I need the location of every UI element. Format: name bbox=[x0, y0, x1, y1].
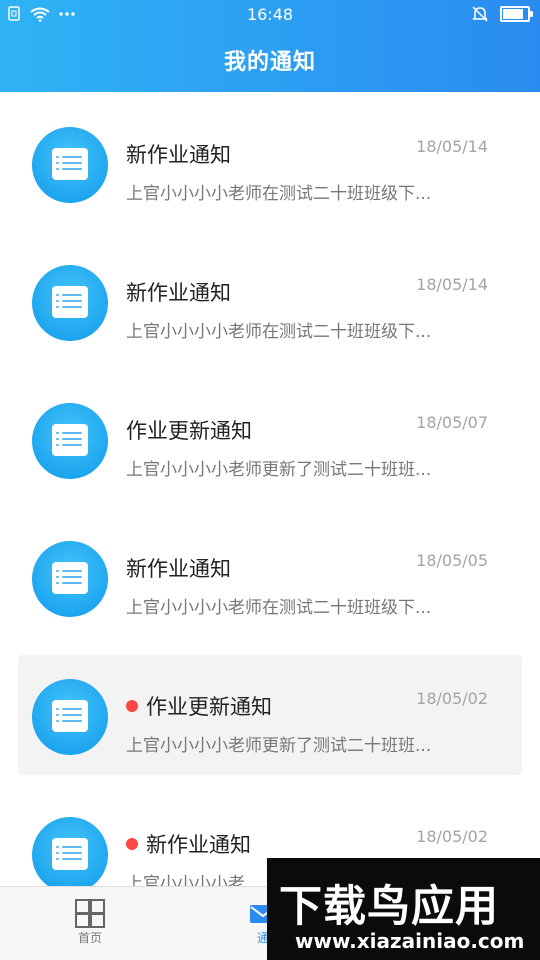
notification-title: 作业更新通知 bbox=[126, 691, 272, 721]
watermark-overlay: 下载鸟应用 www.xiazainiao.com bbox=[267, 858, 540, 960]
notification-item[interactable]: 新作业通知 18/05/05 上官小小小小老师在测试二十班班级下... bbox=[18, 517, 522, 637]
notification-date: 18/05/07 bbox=[416, 413, 488, 432]
notification-title: 新作业通知 bbox=[126, 553, 231, 583]
notification-date: 18/05/02 bbox=[416, 827, 488, 846]
app-header: 16:48 我的通知 bbox=[0, 0, 540, 92]
notification-icon bbox=[32, 541, 108, 617]
document-icon bbox=[52, 424, 88, 456]
document-icon bbox=[52, 286, 88, 318]
notification-icon bbox=[32, 403, 108, 479]
notification-title-text: 新作业通知 bbox=[126, 557, 231, 581]
notification-date: 18/05/02 bbox=[416, 689, 488, 708]
notification-item[interactable]: 新作业通知 18/05/14 上官小小小小老师在测试二十班班级下... bbox=[18, 103, 522, 223]
notification-item[interactable]: 作业更新通知 18/05/02 上官小小小小老师更新了测试二十班班... bbox=[18, 655, 522, 775]
nav-home-label: 首页 bbox=[77, 931, 102, 945]
notification-date: 18/05/05 bbox=[416, 551, 488, 570]
notification-icon bbox=[32, 679, 108, 755]
notification-date: 18/05/14 bbox=[416, 137, 488, 156]
unread-dot-icon bbox=[126, 838, 138, 850]
grid-icon bbox=[75, 899, 105, 928]
status-bar: 16:48 bbox=[0, 0, 540, 30]
notification-title-text: 新作业通知 bbox=[126, 143, 231, 167]
notification-title: 新作业通知 bbox=[126, 277, 231, 307]
document-icon bbox=[52, 562, 88, 594]
notification-summary: 上官小小小小老师在测试二十班班级下... bbox=[126, 322, 432, 342]
battery-level bbox=[503, 9, 523, 19]
notification-item[interactable]: 作业更新通知 18/05/07 上官小小小小老师更新了测试二十班班... bbox=[18, 379, 522, 499]
notification-title: 新作业通知 bbox=[126, 139, 231, 169]
notification-summary: 上官小小小小老师在测试二十班班级下... bbox=[126, 598, 432, 618]
notification-item[interactable]: 新作业通知 18/05/14 上官小小小小老师在测试二十班班级下... bbox=[18, 241, 522, 361]
notification-title: 新作业通知 bbox=[126, 829, 251, 859]
notification-summary: 上官小小小小老师更新了测试二十班班... bbox=[126, 460, 432, 480]
battery-icon bbox=[500, 6, 533, 22]
notification-title-text: 作业更新通知 bbox=[146, 695, 272, 719]
notification-icon bbox=[32, 265, 108, 341]
notification-summary: 上官小小小小老师更新了测试二十班班... bbox=[126, 736, 432, 756]
nav-home[interactable]: 首页 bbox=[45, 899, 135, 946]
mute-bell-icon bbox=[472, 6, 488, 22]
notification-date: 18/05/14 bbox=[416, 275, 488, 294]
notification-title: 作业更新通知 bbox=[126, 415, 252, 445]
notification-summary: 上官小小小小老师在测试二十班班级下... bbox=[126, 184, 432, 204]
notification-title-text: 新作业通知 bbox=[126, 281, 231, 305]
app-screen: 16:48 我的通知 新作业通知 18/05/14 上官小小小小老师在测试二十班班级… bbox=[0, 0, 540, 960]
unread-dot-icon bbox=[126, 700, 138, 712]
page-title: 我的通知 bbox=[223, 50, 316, 75]
document-icon bbox=[52, 838, 88, 870]
notification-title-text: 作业更新通知 bbox=[126, 419, 252, 443]
notification-icon bbox=[32, 817, 108, 893]
document-icon bbox=[52, 700, 88, 732]
status-right-icons bbox=[472, 5, 533, 23]
status-time: 16:48 bbox=[246, 5, 294, 24]
watermark-url: www.xiazainiao.com bbox=[295, 929, 525, 953]
notification-icon bbox=[32, 127, 108, 203]
document-icon bbox=[52, 148, 88, 180]
notification-title-text: 新作业通知 bbox=[146, 833, 251, 857]
watermark-brand: 下载鸟应用 bbox=[279, 882, 499, 932]
